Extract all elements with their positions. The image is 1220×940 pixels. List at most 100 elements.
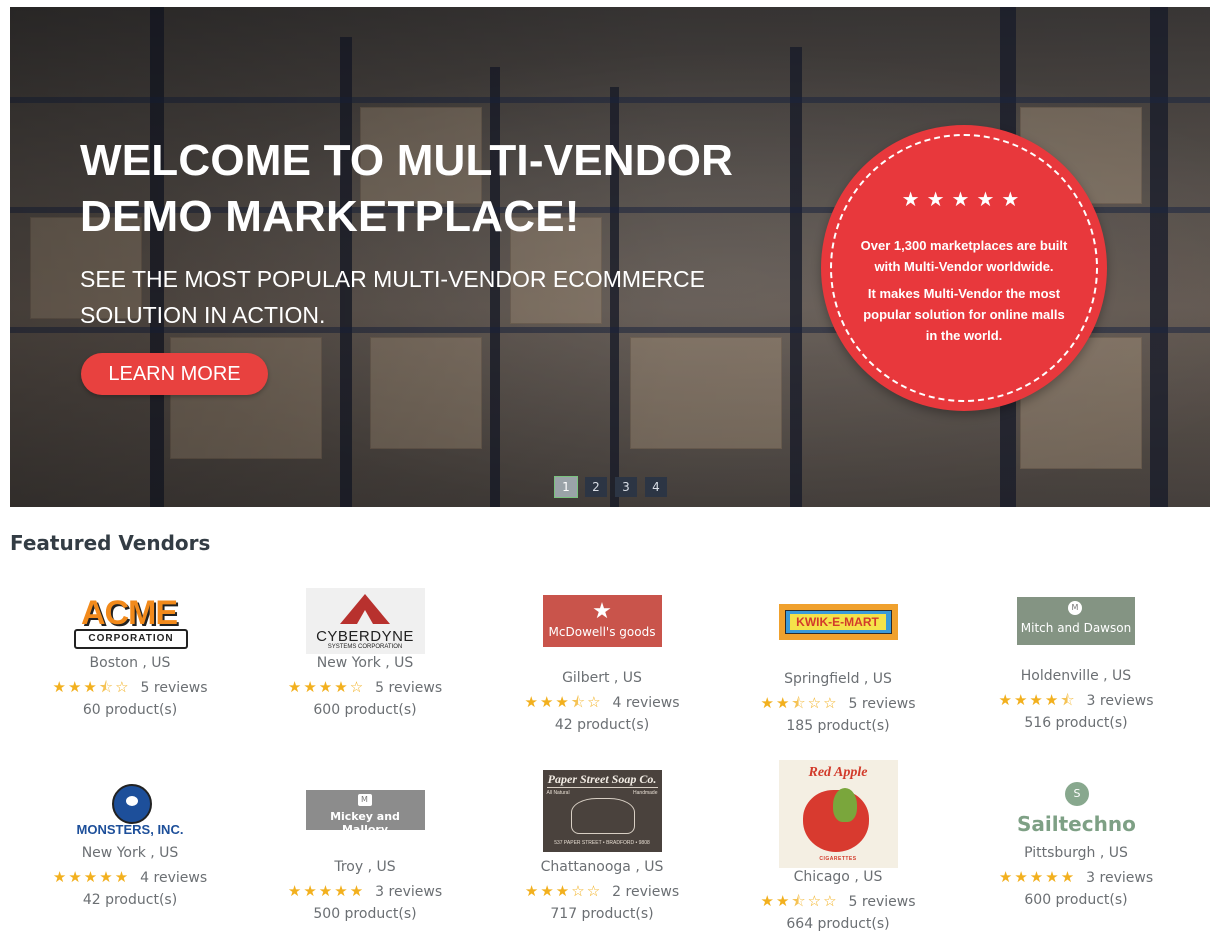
vendor-logo[interactable]: Red Apple CIGARETTES [778,760,898,868]
monogram-icon: S [1065,782,1089,806]
vendor-location: Pittsburgh , US [1024,845,1128,861]
badge-text-primary: Over 1,300 marketplaces are built with M… [860,238,1068,274]
slider-page-1[interactable]: 1 [554,476,578,498]
vendor-card[interactable]: Red Apple CIGARETTES Chicago , US ★★⯪☆☆ 5… [720,760,956,933]
vendor-location: Springfield , US [784,671,892,687]
vendor-location: New York , US [81,845,179,861]
slider-page-2[interactable]: 2 [585,477,607,497]
star-icon: ★ [592,599,612,624]
logo-text: KWIK-E-MART [789,614,886,630]
vendor-location: Boston , US [89,655,171,671]
vendor-logo[interactable]: MONSTERS, INC. [71,778,189,844]
slider-page-3[interactable]: 3 [615,477,637,497]
vendor-products-link[interactable]: 664 product(s) [720,915,956,933]
vendor-location: Chattanooga , US [540,859,664,875]
vendor-rating: ★★★★★ 3 reviews [958,868,1194,887]
vendor-card[interactable]: M Mickey and Mallory Troy , US ★★★★★ 3 re… [247,790,483,923]
logo-divider [546,787,658,788]
vendor-reviews-link[interactable]: 3 reviews [1087,693,1154,709]
vendor-rating: ★★★★☆ 5 reviews [247,678,483,697]
logo-text: ACME [80,594,178,632]
vendor-card[interactable]: KWIK-E-MART Springfield , US ★★⯪☆☆ 5 revi… [720,604,956,735]
vendor-logo[interactable]: KWIK-E-MART [778,604,898,640]
soap-ornament-icon [570,798,635,834]
vendor-products-link[interactable]: 717 product(s) [484,905,720,923]
vendor-card[interactable]: S Sailtechno Pittsburgh , US ★★★★★ 3 revi… [958,778,1194,909]
cyberdyne-triangle-icon [339,594,390,624]
leaf-icon [832,788,857,822]
vendor-location: Gilbert , US [562,670,642,686]
vendor-logo[interactable]: M Mickey and Mallory [305,790,425,836]
logo-text: Mickey and Mallory [330,810,400,836]
vendor-rating: ★★★⯪☆ 5 reviews [12,678,248,697]
vendor-products-link[interactable]: 42 product(s) [12,891,248,909]
vendor-reviews-link[interactable]: 4 reviews [613,695,680,711]
logo-subtext: SYSTEMS CORPORATION [327,644,403,650]
rating-stars-icon: ★★⯪☆☆ [760,694,839,712]
hero-title: WELCOME TO MULTI-VENDOR DEMO MARKETPLACE… [80,136,734,241]
monogram-icon: M [357,794,372,806]
vendor-products-link[interactable]: 516 product(s) [958,714,1194,732]
rating-stars-icon: ★★★★★ [287,882,366,900]
rating-stars-icon: ★★★★☆ [287,678,366,696]
vendor-location: Troy , US [334,859,396,875]
vendor-card[interactable]: M Mitch and Dawson Holdenville , US ★★★★… [958,597,1194,732]
vendor-rating: ★★★☆☆ 2 reviews [484,882,720,901]
hero-banner: WELCOME TO MULTI-VENDOR DEMO MARKETPLACE… [10,7,1210,507]
vendor-rating: ★★⯪☆☆ 5 reviews [720,694,956,713]
vendor-reviews-link[interactable]: 3 reviews [375,884,442,900]
monogram-icon: M [1068,601,1082,615]
vendor-reviews-link[interactable]: 5 reviews [849,696,916,712]
vendor-card[interactable]: CYBERDYNE SYSTEMS CORPORATION New York ,… [247,588,483,719]
vendor-products-link[interactable]: 500 product(s) [247,905,483,923]
rating-stars-icon: ★★★★★ [998,868,1077,886]
logo-frame: KWIK-E-MART [784,610,892,634]
vendor-logo[interactable]: Paper Street Soap Co. All Natural Handma… [542,770,662,852]
slider-page-4[interactable]: 4 [645,477,667,497]
vendor-products-link[interactable]: 600 product(s) [958,891,1194,909]
vendor-card[interactable]: Paper Street Soap Co. All Natural Handma… [484,770,720,923]
logo-text: Red Apple [808,765,868,780]
vendor-location: New York , US [316,655,414,671]
vendor-rating: ★★★★⯪ 3 reviews [958,691,1194,710]
vendor-products-link[interactable]: 42 product(s) [484,716,720,734]
vendor-logo[interactable]: ★ McDowell's goods [542,595,662,647]
vendor-logo[interactable]: M Mitch and Dawson [1017,597,1135,645]
badge-text-secondary: It makes Multi-Vendor the most popular s… [863,286,1065,343]
vendor-logo[interactable]: CYBERDYNE SYSTEMS CORPORATION [305,588,425,654]
rating-stars-icon: ★★★★★ [52,868,131,886]
vendor-rating: ★★★★★ 4 reviews [12,868,248,887]
vendor-location: Chicago , US [793,869,883,885]
vendor-card[interactable]: ACME CORPORATION Boston , US ★★★⯪☆ 5 revi… [12,588,248,719]
logo-text: CYBERDYNE [316,628,414,645]
logo-text: MONSTERS, INC. [76,822,184,837]
vendor-reviews-link[interactable]: 2 reviews [612,884,679,900]
vendor-reviews-link[interactable]: 5 reviews [375,680,442,696]
logo-text: Sailtechno [1017,812,1136,836]
vendor-products-link[interactable]: 60 product(s) [12,701,248,719]
vendor-logo[interactable]: ACME CORPORATION [71,588,189,654]
rating-stars-icon: ★★★★⯪ [998,691,1077,709]
vendor-reviews-link[interactable]: 4 reviews [140,870,207,886]
learn-more-button[interactable]: LEARN MORE [81,353,268,395]
hero-subtitle: SEE THE MOST POPULAR MULTI-VENDOR ECOMME… [80,266,705,328]
vendor-products-link[interactable]: 185 product(s) [720,717,956,735]
rating-stars-icon: ★★★⯪☆ [524,693,603,711]
vendor-reviews-link[interactable]: 5 reviews [141,680,208,696]
logo-text: Paper Street Soap Co. [547,772,657,786]
vendor-reviews-link[interactable]: 5 reviews [849,894,916,910]
vendor-rating: ★★★⯪☆ 4 reviews [484,693,720,712]
slider-pagination: 1 2 3 4 [554,476,667,499]
featured-vendors-heading: Featured Vendors [10,531,211,555]
vendor-card[interactable]: ★ McDowell's goods Gilbert , US ★★★⯪☆ 4 r… [484,595,720,734]
vendor-card[interactable]: MONSTERS, INC. New York , US ★★★★★ 4 revi… [12,778,248,909]
vendor-logo[interactable]: S Sailtechno [1017,778,1136,844]
logo-footer-text: CIGARETTES [819,856,857,862]
vendor-reviews-link[interactable]: 3 reviews [1086,870,1153,886]
vendor-products-link[interactable]: 600 product(s) [247,701,483,719]
logo-text: Mitch and Dawson [1020,621,1132,635]
promo-badge: ★★★★★ Over 1,300 marketplaces are built … [821,125,1107,411]
vendor-location: Holdenville , US [1020,668,1132,684]
rating-stars-icon: ★★★⯪☆ [52,678,131,696]
logo-subtext: CORPORATION [74,629,188,649]
